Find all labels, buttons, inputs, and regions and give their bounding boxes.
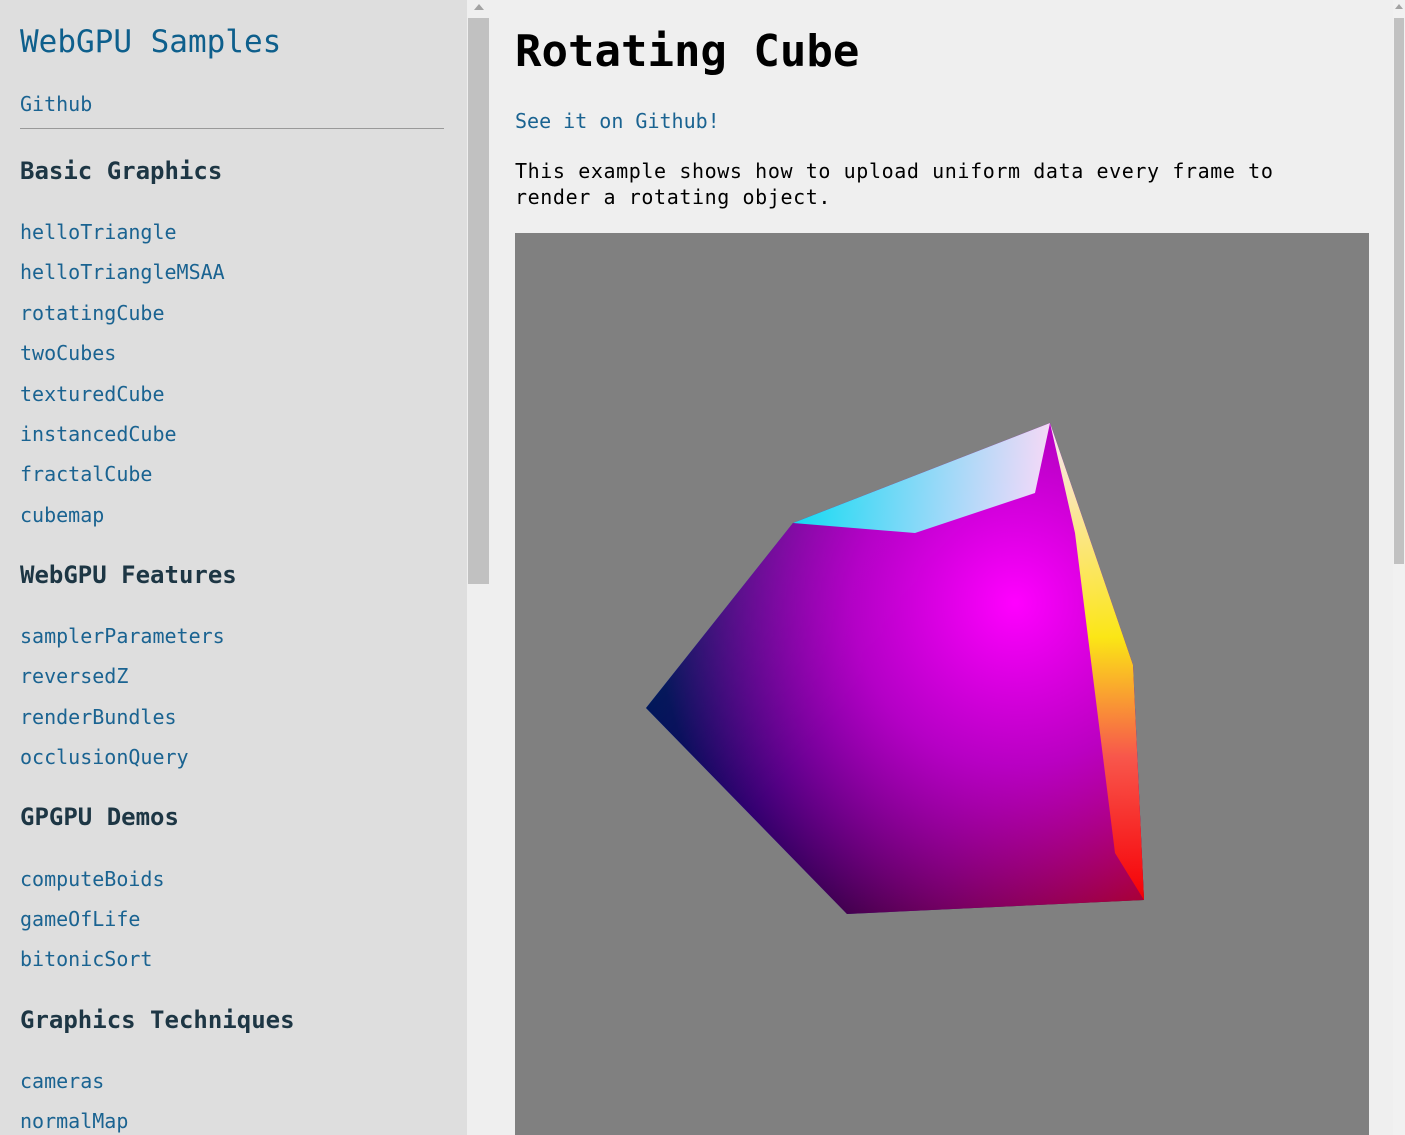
nav-item-gameoflife[interactable]: gameOfLife (20, 906, 140, 932)
nav-item-renderbundles[interactable]: renderBundles (20, 704, 177, 730)
page-title: Rotating Cube (515, 26, 860, 77)
sidebar: WebGPU Samples Github Basic Graphics hel… (0, 0, 467, 1135)
sidebar-scrollbar-thumb[interactable] (468, 18, 489, 584)
section-title-webgpu-features: WebGPU Features (20, 561, 237, 589)
nav-item-normalmap[interactable]: normalMap (20, 1108, 128, 1134)
main-scrollbar-thumb[interactable] (1394, 18, 1404, 564)
nav-item-cubemap[interactable]: cubemap (20, 502, 104, 528)
section-title-basic-graphics: Basic Graphics (20, 157, 223, 185)
see-on-github-link[interactable]: See it on Github! (515, 107, 720, 135)
scroll-up-arrow-icon[interactable] (474, 4, 484, 10)
nav-item-hellotriangle[interactable]: helloTriangle (20, 219, 177, 245)
render-canvas[interactable] (515, 233, 1369, 1135)
nav-item-hellotrianglemsaa[interactable]: helloTriangleMSAA (20, 259, 225, 285)
nav-item-samplerparameters[interactable]: samplerParameters (20, 623, 225, 649)
main-scrollbar[interactable] (1393, 0, 1405, 1135)
nav-item-bitonicsort[interactable]: bitonicSort (20, 946, 152, 972)
main-content: Rotating Cube See it on Github! This exa… (490, 0, 1393, 1135)
nav-item-instancedcube[interactable]: instancedCube (20, 421, 177, 447)
rotating-cube-render (646, 423, 1144, 914)
sample-description: This example shows how to upload uniform… (515, 159, 1274, 209)
scroll-up-arrow-icon[interactable] (1395, 4, 1403, 9)
github-link[interactable]: Github (20, 90, 92, 118)
site-title[interactable]: WebGPU Samples (20, 22, 281, 62)
section-title-gpgpu-demos: GPGPU Demos (20, 803, 179, 831)
nav-item-twocubes[interactable]: twoCubes (20, 340, 116, 366)
section-title-graphics-techniques: Graphics Techniques (20, 1006, 295, 1034)
nav-item-rotatingcube[interactable]: rotatingCube (20, 300, 165, 326)
nav-item-reversedz[interactable]: reversedZ (20, 663, 128, 689)
sidebar-scrollbar[interactable] (467, 0, 490, 1135)
divider (20, 128, 444, 129)
nav-item-computeboids[interactable]: computeBoids (20, 866, 165, 892)
nav-item-texturedcube[interactable]: texturedCube (20, 381, 165, 407)
nav-item-cameras[interactable]: cameras (20, 1068, 104, 1094)
nav-item-occlusionquery[interactable]: occlusionQuery (20, 744, 189, 770)
nav-item-fractalcube[interactable]: fractalCube (20, 461, 152, 487)
